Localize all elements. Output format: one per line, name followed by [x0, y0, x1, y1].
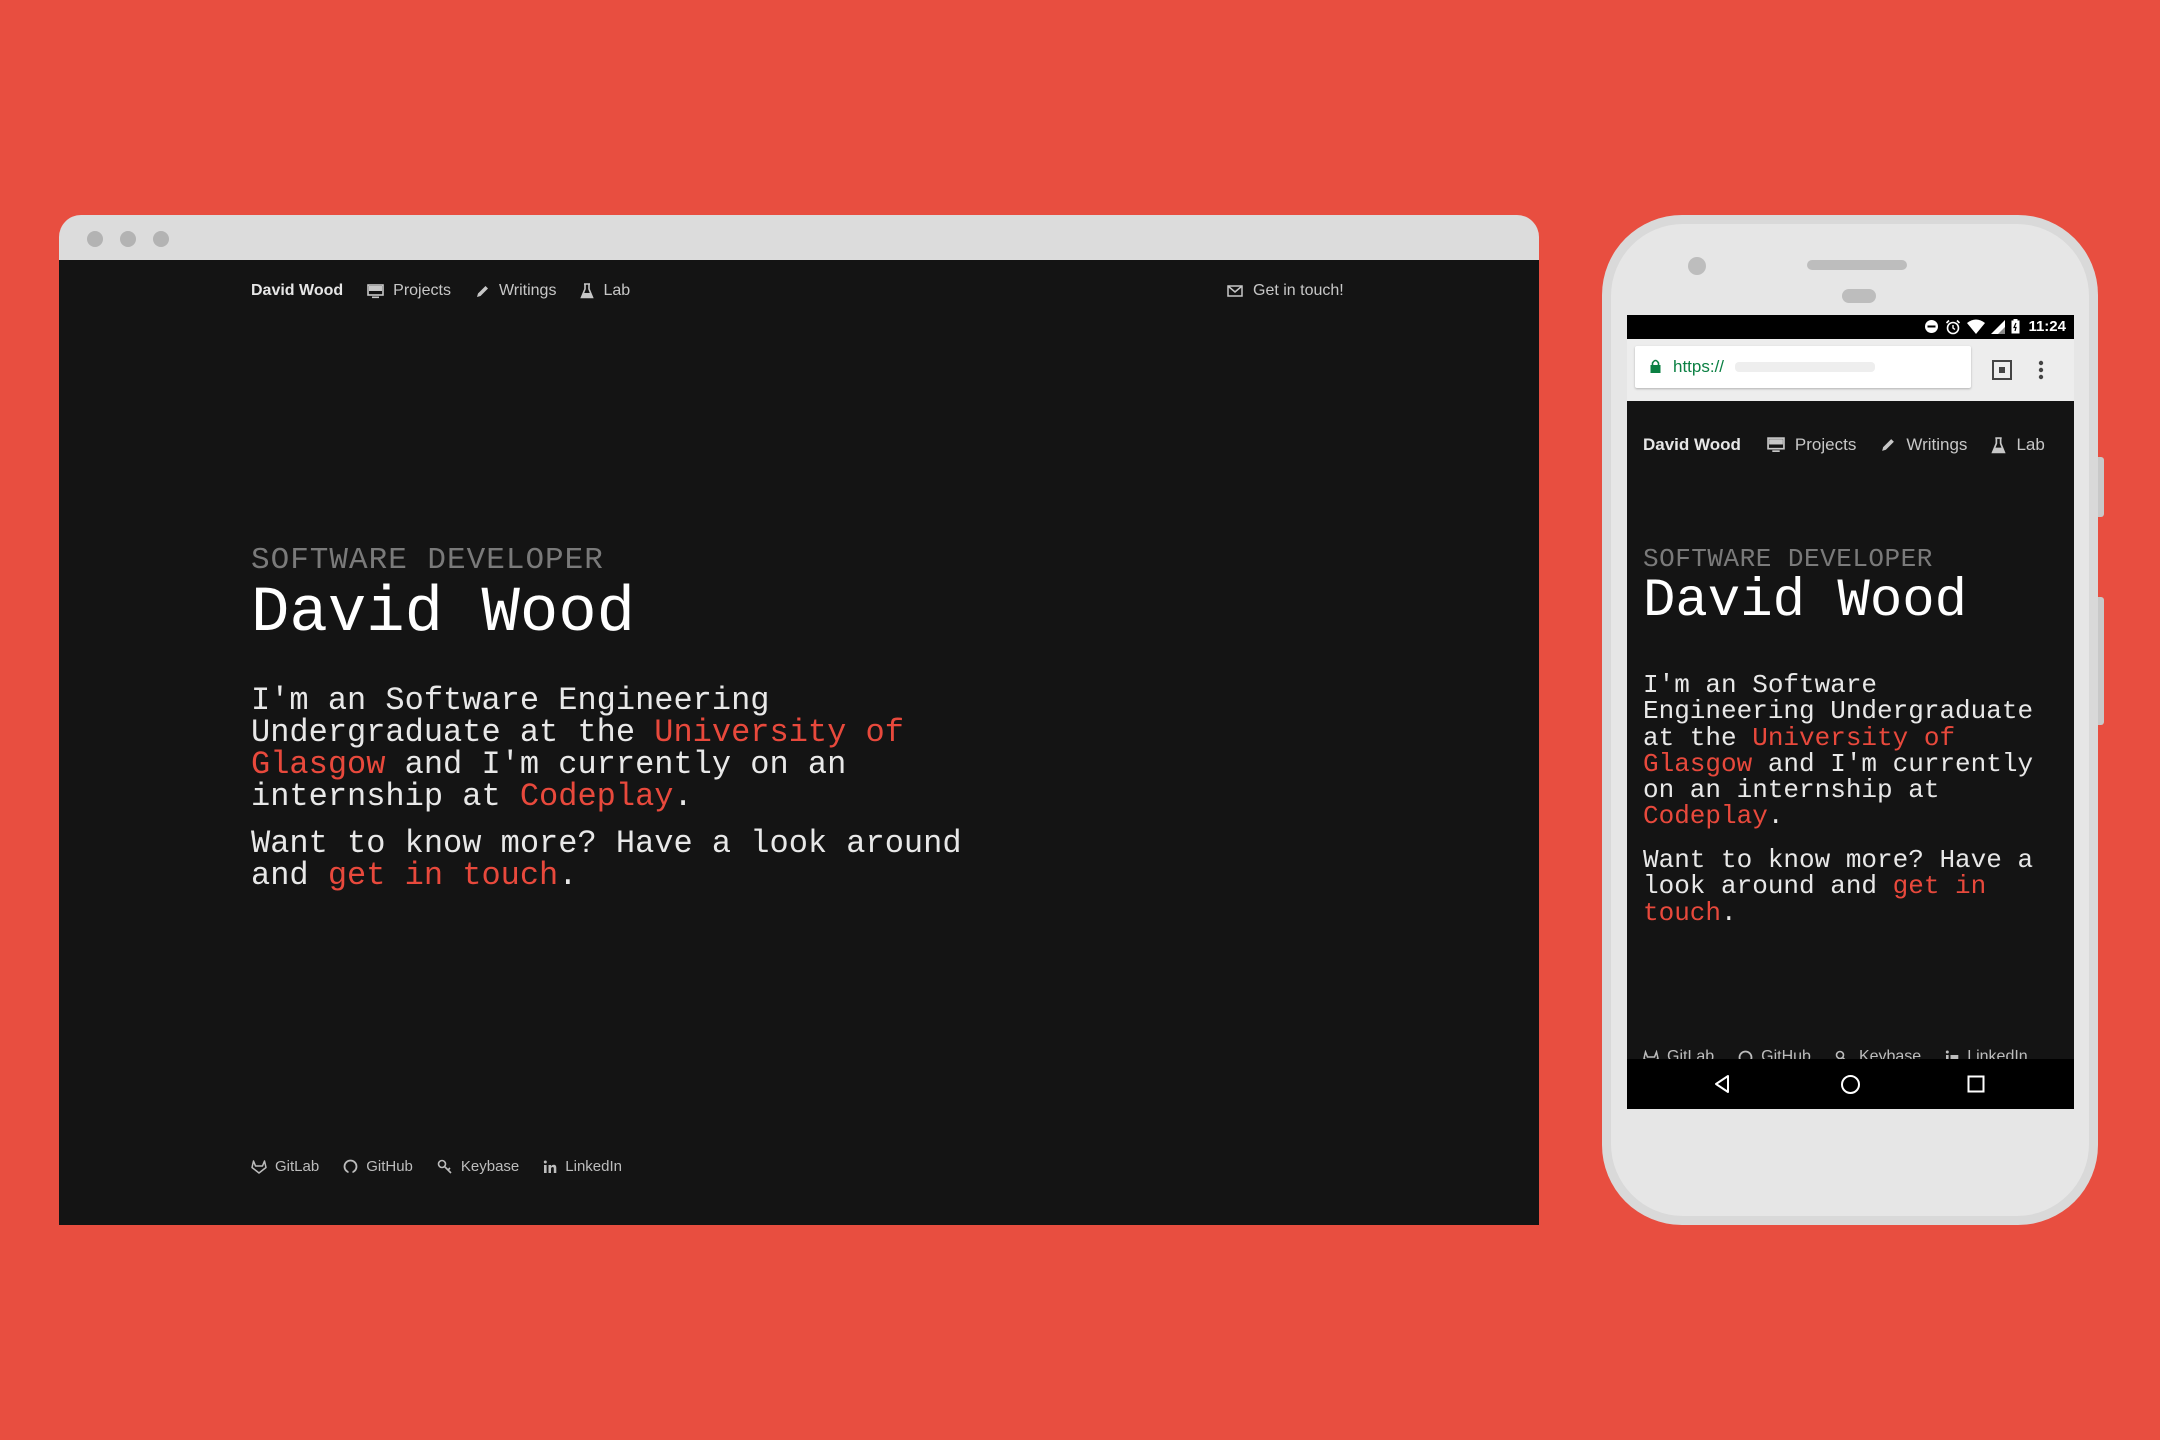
nav-item-label: Writings [498, 282, 557, 299]
footer-link-keybase[interactable]: Keybase [437, 1158, 519, 1175]
nav-item-writings[interactable]: Writings [1880, 435, 1967, 455]
nav-item-projects[interactable]: Projects [367, 282, 451, 300]
get-in-touch-label: Get in touch! [1253, 282, 1344, 299]
nav-brand[interactable]: David Wood [1643, 435, 1741, 455]
cta-text: . [1721, 897, 1737, 928]
nav-brand[interactable]: David Wood [251, 282, 343, 300]
nav-item-label: Projects [393, 282, 451, 299]
nav-item-lab[interactable]: Lab [580, 282, 630, 300]
back-icon[interactable] [1713, 1074, 1731, 1094]
lock-icon [1650, 359, 1661, 373]
more-options-icon[interactable] [2038, 360, 2044, 380]
cta-paragraph: Want to know more? Have a look around an… [251, 828, 991, 892]
flask-icon [580, 283, 595, 299]
get-in-touch-link[interactable]: Get in touch! [1227, 282, 1344, 300]
chrome-toolbar: https:// [1627, 339, 2074, 401]
nav-item-label: Lab [603, 282, 631, 299]
signal-icon [1991, 319, 2006, 334]
linkedin-icon [544, 1160, 557, 1173]
envelope-icon [1227, 285, 1243, 297]
window-minimize-dot[interactable] [120, 231, 136, 247]
footer-link-linkedin[interactable]: LinkedIn [543, 1158, 622, 1175]
phone-screen: 11:24 https:// David Wood Projects Writi… [1627, 315, 2074, 1109]
nav-item-label: Writings [1906, 435, 1968, 454]
phone-power-button[interactable] [2098, 457, 2104, 517]
codeplay-link[interactable]: Codeplay [520, 778, 674, 815]
status-time: 11:24 [2028, 318, 2066, 335]
home-icon[interactable] [1840, 1074, 1861, 1095]
social-footer: GitLab GitHub Keybase LinkedIn [251, 1158, 646, 1175]
monitor-icon [367, 283, 384, 298]
battery-icon [2011, 319, 2020, 334]
cta-paragraph: Want to know more? Have a look around an… [1643, 847, 2063, 926]
hero-name: David Wood [251, 578, 636, 650]
flask-icon [1991, 436, 2007, 453]
intro-paragraph: I'm an Software Engineering Undergraduat… [251, 685, 991, 813]
phone-camera [1688, 257, 1706, 275]
phone-volume-button[interactable] [2098, 597, 2104, 725]
footer-link-github[interactable]: GitHub [343, 1158, 413, 1175]
address-bar[interactable]: https:// [1635, 346, 1971, 388]
cta-text: . [558, 857, 578, 894]
window-close-dot[interactable] [87, 231, 103, 247]
recents-icon[interactable] [1967, 1075, 1985, 1093]
url-redacted [1735, 362, 1875, 372]
footer-link-label: GitLab [275, 1158, 320, 1175]
desktop-browser-window: David Wood Projects Writings Lab Get in … [59, 215, 1539, 1225]
window-maximize-dot[interactable] [153, 231, 169, 247]
android-navigation-bar [1627, 1059, 2074, 1109]
codeplay-link[interactable]: Codeplay [1643, 801, 1768, 831]
hero-subtitle: SOFTWARE DEVELOPER [251, 543, 604, 578]
phone-sensor [1842, 289, 1876, 303]
wifi-icon [1967, 319, 1986, 334]
tab-switcher-icon[interactable] [1991, 359, 2013, 381]
android-status-bar: 11:24 [1627, 315, 2074, 339]
intro-text: . [673, 778, 693, 815]
nav-item-label: Lab [2016, 435, 2045, 454]
github-icon [343, 1159, 358, 1174]
url-text: https:// [1673, 357, 1725, 376]
key-icon [437, 1159, 452, 1174]
status-icons: 11:24 [1924, 318, 2066, 335]
do-not-disturb-icon [1925, 320, 1939, 333]
get-in-touch-inline-link[interactable]: get in touch [328, 857, 558, 894]
mobile-top-nav: David Wood Projects Writings Lab [1643, 435, 2045, 455]
nav-item-projects[interactable]: Projects [1767, 435, 1856, 455]
nav-item-lab[interactable]: Lab [1991, 435, 2045, 455]
monitor-icon [1767, 437, 1785, 452]
desktop-page: David Wood Projects Writings Lab Get in … [59, 260, 1539, 1225]
intro-paragraph: I'm an Software Engineering Undergraduat… [1643, 672, 2063, 830]
alarm-icon [1946, 319, 1961, 334]
hero-subtitle: SOFTWARE DEVELOPER [1643, 544, 1933, 574]
footer-link-label: GitHub [366, 1158, 413, 1175]
top-nav: David Wood Projects Writings Lab [251, 282, 654, 300]
footer-link-label: Keybase [460, 1158, 520, 1175]
footer-link-label: LinkedIn [565, 1158, 622, 1175]
browser-titlebar [59, 215, 1539, 260]
pencil-icon [1882, 439, 1895, 451]
intro-text: . [1767, 801, 1784, 832]
nav-item-writings[interactable]: Writings [475, 282, 557, 300]
gitlab-icon [251, 1160, 267, 1174]
pencil-icon [476, 285, 488, 297]
hero-name: David Wood [1643, 571, 1968, 632]
phone-speaker [1807, 260, 1907, 270]
footer-link-gitlab[interactable]: GitLab [251, 1158, 319, 1175]
nav-item-label: Projects [1794, 435, 1857, 454]
